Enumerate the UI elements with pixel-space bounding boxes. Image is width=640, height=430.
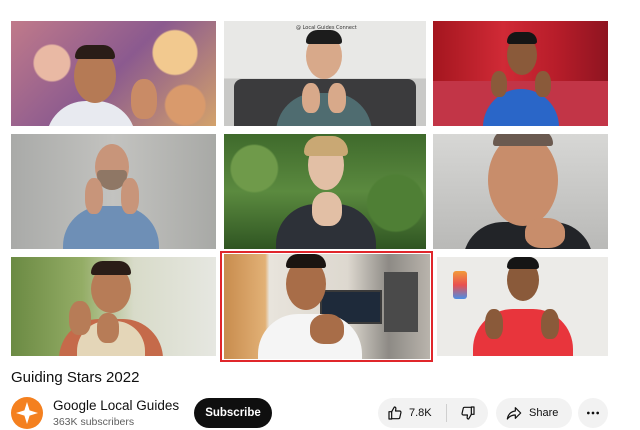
channel-name[interactable]: Google Local Guides <box>53 398 179 413</box>
participant-tile <box>433 134 608 249</box>
like-divider <box>446 404 447 422</box>
like-dislike-group: 7.8K <box>378 398 488 428</box>
active-speaker-highlight <box>220 251 433 362</box>
participant-tile <box>433 21 608 126</box>
participant-tile: @ Local Guides Connect <box>224 21 426 126</box>
thumbs-down-icon <box>460 405 476 421</box>
video-title: Guiding Stars 2022 <box>11 369 140 386</box>
like-button[interactable]: 7.8K <box>378 398 444 428</box>
participant-tile <box>11 21 216 126</box>
local-guides-star-icon <box>16 402 38 424</box>
video-player[interactable]: @ Local Guides Connect <box>0 0 640 362</box>
participant-tile <box>224 134 426 249</box>
subscriber-count: 363K subscribers <box>53 416 135 428</box>
participant-tile <box>11 134 216 249</box>
share-arrow-icon <box>506 405 522 421</box>
share-button[interactable]: Share <box>496 398 572 428</box>
subscribe-button[interactable]: Subscribe <box>194 398 272 428</box>
share-label: Share <box>529 407 559 419</box>
participant-tile <box>11 257 216 356</box>
dislike-button[interactable] <box>448 398 488 428</box>
more-actions-button[interactable] <box>578 398 608 428</box>
more-horizontal-icon <box>585 405 601 421</box>
channel-avatar[interactable] <box>11 397 43 429</box>
participant-tile <box>437 257 608 356</box>
thumbs-up-icon <box>387 405 403 421</box>
like-count: 7.8K <box>409 407 432 419</box>
